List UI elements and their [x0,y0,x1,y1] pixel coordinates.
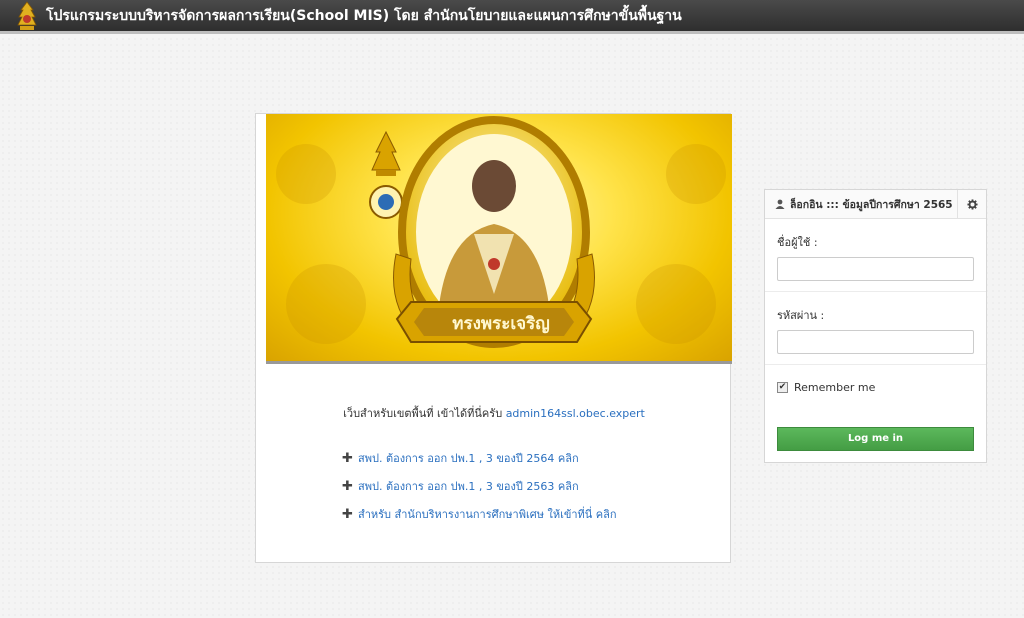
main-panel: ทรงพระเจริญ เว็บสำหรับเขตพื้นที่ เข้าได้… [255,113,732,563]
remember-label: Remember me [794,381,876,394]
link-special-education[interactable]: สำหรับ สำนักบริหารงานการศึกษาพิเศษ ให้เข… [358,505,617,523]
username-label: ชื่อผู้ใช้ : [777,236,818,249]
top-navbar: โปรแกรมระบบบริหารจัดการผลการเรียน(School… [0,0,1024,34]
login-button[interactable]: Log me in [777,427,974,451]
login-header: ล็อกอิน ::: ข้อมูลปีการศึกษา 2565 [765,189,986,219]
username-block: ชื่อผู้ใช้ : [765,219,986,292]
banner-caption: ทรงพระเจริญ [452,314,550,334]
admin-site-link[interactable]: admin164ssl.obec.expert [506,407,645,420]
list-item: ✚ สำหรับ สำนักบริหารงานการศึกษาพิเศษ ให้… [342,500,732,528]
password-block: รหัสผ่าน : [765,292,986,365]
emblem-icon [17,0,37,30]
remember-checkbox[interactable]: ✔ [777,382,788,393]
login-title-wrap: ล็อกอิน ::: ข้อมูลปีการศึกษา 2565 [765,196,957,213]
link-2563[interactable]: สพป. ต้องการ ออก ปพ.1 , 3 ของปี 2563 คลิ… [358,477,579,495]
note-text: เว็บสำหรับเขตพื้นที่ เข้าได้ที่นี่ครับ [343,407,503,420]
app-title: โปรแกรมระบบบริหารจัดการผลการเรียน(School… [46,7,682,24]
gear-icon [966,198,978,210]
link-list: เว็บสำหรับเขตพื้นที่ เข้าได้ที่นี่ครับ a… [256,404,732,528]
plus-icon: ✚ [342,478,353,494]
list-item: ✚ สพป. ต้องการ ออก ปพ.1 , 3 ของปี 2564 ค… [342,444,732,472]
password-label: รหัสผ่าน : [777,309,825,322]
remember-row: ✔ Remember me [765,365,986,394]
plus-icon: ✚ [342,450,353,466]
password-input[interactable] [777,330,974,354]
royal-banner-image: ทรงพระเจริญ [266,114,732,364]
login-title: ล็อกอิน ::: ข้อมูลปีการศึกษา 2565 [790,198,953,211]
user-icon [775,199,785,209]
district-note: เว็บสำหรับเขตพื้นที่ เข้าได้ที่นี่ครับ a… [256,404,732,422]
plus-icon: ✚ [342,506,353,522]
login-panel: ล็อกอิน ::: ข้อมูลปีการศึกษา 2565 ชื่อผู… [764,189,987,463]
username-input[interactable] [777,257,974,281]
settings-button[interactable] [957,189,986,219]
list-item: ✚ สพป. ต้องการ ออก ปพ.1 , 3 ของปี 2563 ค… [342,472,732,500]
link-2564[interactable]: สพป. ต้องการ ออก ปพ.1 , 3 ของปี 2564 คลิ… [358,449,579,467]
